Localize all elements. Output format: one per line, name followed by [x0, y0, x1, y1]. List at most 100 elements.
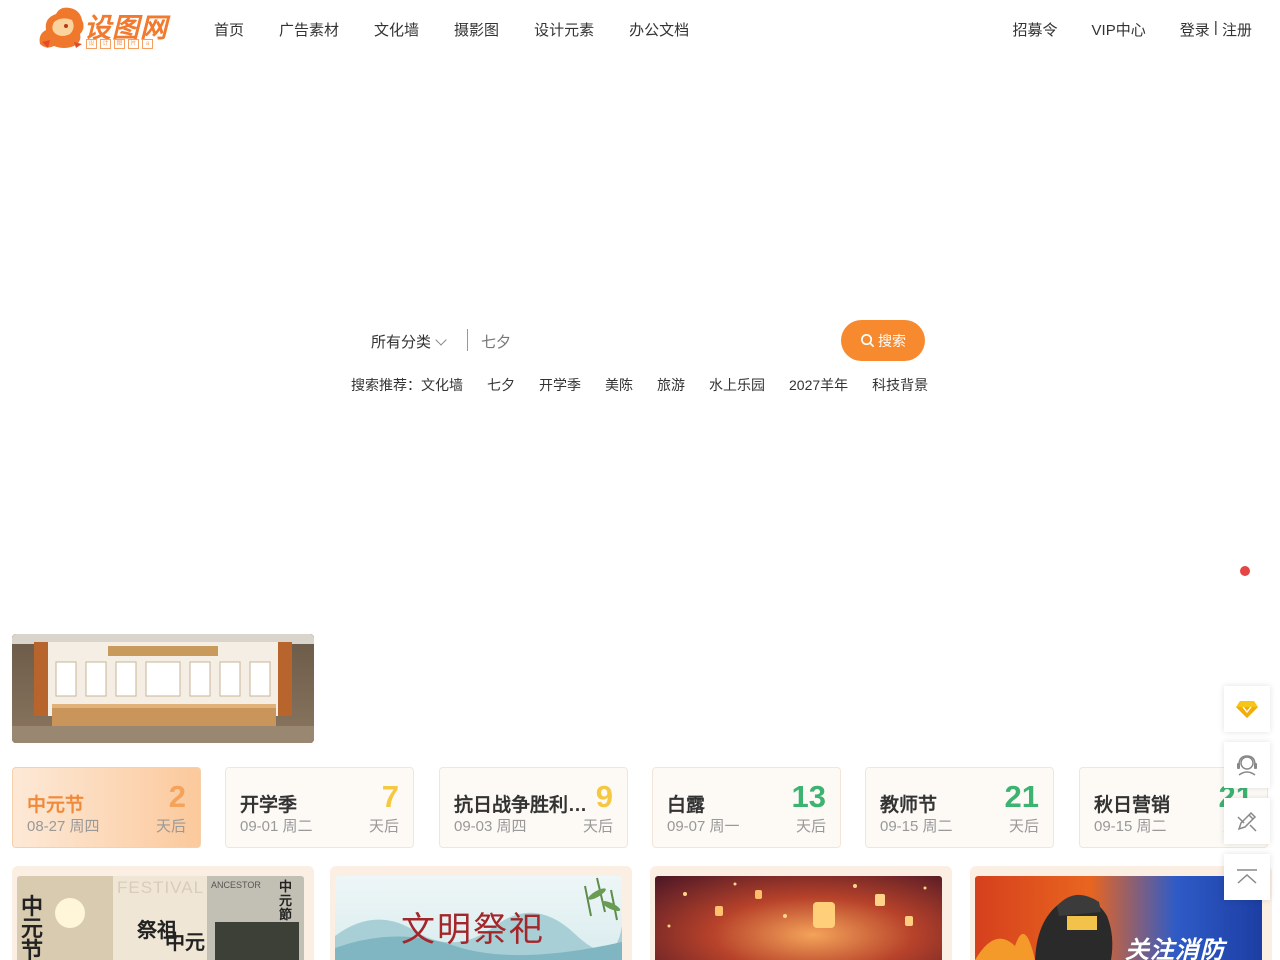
user-nav: 招募令 VIP中心 登录 | 注册: [979, 19, 1252, 40]
side-feedback-button[interactable]: [1224, 798, 1270, 844]
thumb-image: 中元节 FESTIVAL 祭祖 中元 ANCESTOR 中元節: [17, 876, 304, 960]
festival-days-suffix: 天后: [795, 818, 826, 835]
side-customer-service-button[interactable]: [1224, 742, 1270, 788]
festival-card-school[interactable]: 开学季 09-01 周二 7 天后: [225, 767, 414, 848]
thumb-panel: ANCESTOR 中元節: [207, 876, 304, 960]
search-icon: [861, 334, 874, 347]
hot-keyword[interactable]: 七夕: [487, 375, 515, 395]
vip-center-link[interactable]: VIP中心: [1092, 19, 1146, 40]
search-bar: 所有分类 搜索: [355, 320, 925, 361]
moon-icon: [55, 898, 85, 928]
thumb-text: 中元节: [21, 894, 44, 960]
side-back-to-top-button[interactable]: [1224, 854, 1270, 900]
festival-name: 抗日战争胜利纪念日: [454, 795, 589, 816]
login-separator: |: [1209, 19, 1222, 36]
nav-photography[interactable]: 摄影图: [454, 19, 499, 40]
festival-date: 09-07 周一: [667, 818, 740, 835]
search-button-label: 搜索: [878, 332, 906, 349]
lion-logo-icon: [39, 7, 84, 49]
thumb-text: 中元節: [279, 879, 293, 922]
thumb-image: 文明祭祀: [335, 876, 622, 960]
festival-card-zhongyuan[interactable]: 中元节 08-27 周四 2 天后: [12, 767, 201, 848]
festival-name: 秋日营销: [1094, 795, 1171, 816]
search-input[interactable]: [479, 326, 823, 358]
category-select[interactable]: 所有分类: [371, 331, 447, 352]
main-nav: 首页 广告素材 文化墙 摄影图 设计元素 办公文档: [214, 19, 724, 40]
culture-wall-banner[interactable]: [12, 634, 314, 743]
logo-sub-char: 片: [128, 39, 139, 49]
festival-days: 21: [1004, 779, 1039, 814]
login-link[interactable]: 登录: [1180, 19, 1210, 40]
login-register: 登录 | 注册: [1180, 19, 1252, 40]
carousel-indicator-dot[interactable]: [1240, 566, 1250, 576]
festival-card-bailu[interactable]: 白露 09-07 周一 13 天后: [652, 767, 841, 848]
festival-days: 9: [595, 779, 613, 814]
festival-days: 7: [381, 779, 399, 814]
register-link[interactable]: 注册: [1222, 19, 1252, 40]
festival-days-suffix: 天后: [368, 818, 399, 835]
template-thumb-lanterns[interactable]: [650, 866, 952, 960]
thumb-panel: FESTIVAL 祭祖 中元: [113, 876, 207, 960]
festival-card-victory[interactable]: 抗日战争胜利纪念日 09-03 周四 9 天后: [439, 767, 628, 848]
festival-name: 开学季: [240, 795, 298, 816]
nav-home[interactable]: 首页: [214, 19, 244, 40]
thumb-image: 关注消防: [975, 876, 1262, 960]
hot-keyword[interactable]: 旅游: [657, 375, 685, 395]
nav-culture-wall[interactable]: 文化墙: [374, 19, 419, 40]
customer-service-icon: [1237, 755, 1257, 776]
recruit-link[interactable]: 招募令: [1013, 19, 1058, 40]
hot-label: 搜索推荐：: [351, 377, 421, 393]
hot-keyword[interactable]: 文化墙: [421, 375, 463, 395]
nav-design-elements[interactable]: 设计元素: [534, 19, 594, 40]
thumb-title: 关注消防: [1125, 937, 1225, 960]
logo-sub-char: 设: [86, 39, 97, 49]
edit-feedback-icon: [1237, 811, 1257, 832]
hot-keyword[interactable]: 美陈: [605, 375, 633, 395]
site-logo[interactable]: 设图网 设 计 图 片 a: [36, 4, 176, 50]
logo-subtitle: 设 计 图 片 a: [86, 39, 153, 49]
vip-diamond-icon: [1236, 701, 1258, 718]
side-vip-button[interactable]: [1224, 686, 1270, 732]
thumb-panel: 中元节: [17, 876, 113, 960]
festival-date: 09-15 周二: [1094, 818, 1167, 835]
festival-name: 白露: [667, 795, 706, 816]
template-thumb-civilized-worship[interactable]: 文明祭祀: [330, 866, 632, 960]
hot-keyword[interactable]: 科技背景: [872, 375, 928, 395]
nav-ad-materials[interactable]: 广告素材: [279, 19, 339, 40]
thumb-text: ANCESTOR: [211, 880, 261, 890]
culture-wall-image: [12, 634, 314, 743]
festival-name: 教师节: [880, 795, 938, 816]
festival-days-suffix: 天后: [155, 818, 186, 835]
search-divider: [467, 329, 468, 351]
hot-keyword[interactable]: 水上乐园: [709, 375, 765, 395]
festival-days: 2: [168, 779, 186, 814]
nav-office-docs[interactable]: 办公文档: [629, 19, 689, 40]
search-button[interactable]: 搜索: [841, 320, 925, 361]
hot-keyword[interactable]: 2027羊年: [789, 375, 848, 395]
festival-days-suffix: 天后: [1008, 818, 1039, 835]
thumb-text: FESTIVAL: [117, 878, 205, 897]
festival-days: 13: [791, 779, 826, 814]
template-thumb-zhongyuan[interactable]: 中元节 FESTIVAL 祭祖 中元 ANCESTOR 中元節: [12, 866, 314, 960]
logo-sub-char: 计: [100, 39, 111, 49]
header: 设图网 设 计 图 片 a 首页 广告素材 文化墙 摄影图 设计元素 办公文档 …: [0, 0, 1280, 58]
festival-days-suffix: 天后: [582, 818, 613, 835]
festival-date: 09-15 周二: [880, 818, 953, 835]
back-to-top-icon: [1237, 869, 1257, 884]
thumb-building: [215, 922, 299, 960]
logo-sub-char: a: [142, 39, 153, 49]
sky-lanterns-image: [667, 882, 927, 928]
hot-keyword[interactable]: 开学季: [539, 375, 581, 395]
festival-name: 中元节: [27, 795, 85, 816]
logo-sub-char: 图: [114, 39, 125, 49]
thumb-text: 中元: [165, 932, 205, 954]
festival-date: 09-03 周四: [454, 818, 527, 835]
thumb-title: 文明祭祀: [401, 910, 545, 950]
festival-card-teachers[interactable]: 教师节 09-15 周二 21 天后: [865, 767, 1054, 848]
category-label: 所有分类: [371, 334, 432, 351]
festival-date: 08-27 周四: [27, 818, 100, 835]
chevron-down-icon: [435, 334, 447, 346]
search-recommendations: 搜索推荐： 文化墙 七夕 开学季 美陈 旅游 水上乐园 2027羊年 科技背景: [351, 375, 928, 395]
festival-date: 09-01 周二: [240, 818, 313, 835]
thumb-image: [655, 876, 942, 960]
